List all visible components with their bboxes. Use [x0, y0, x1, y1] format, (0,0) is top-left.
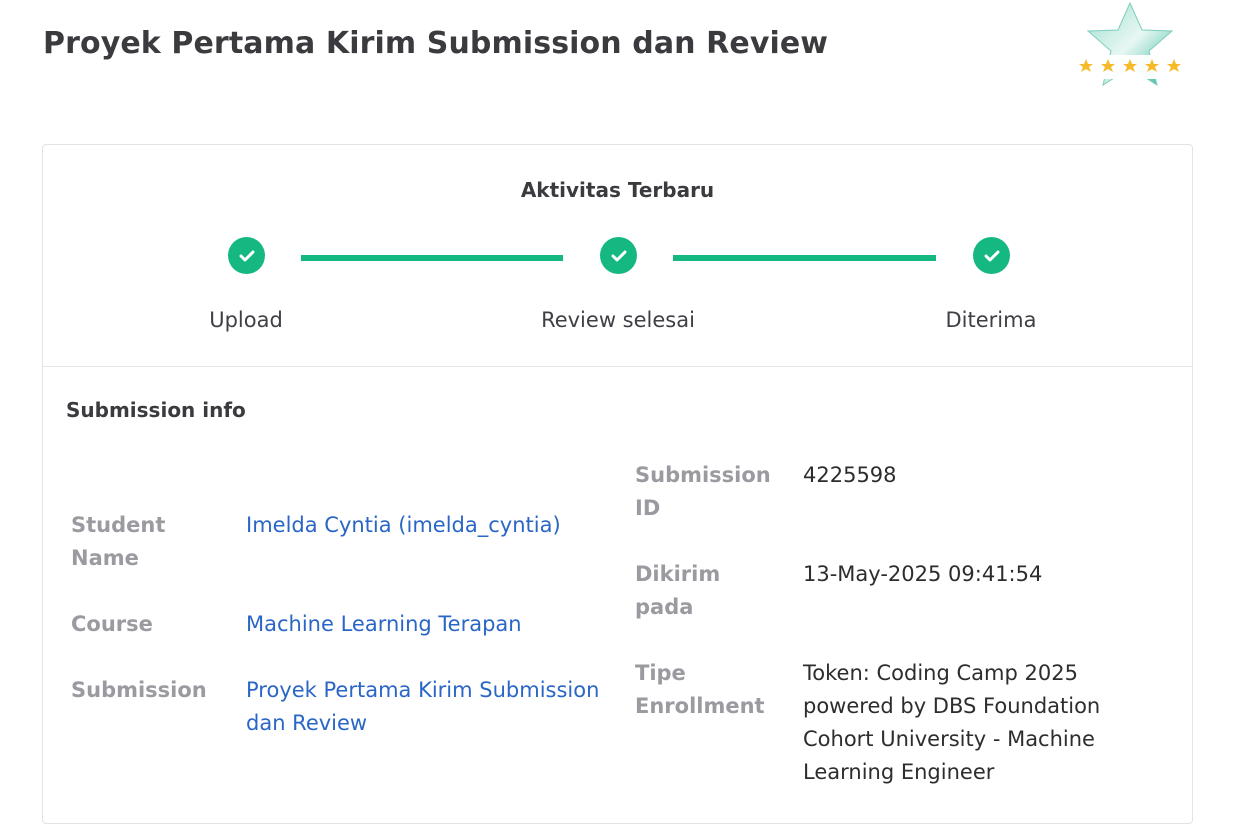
student-name-link[interactable]: Imelda Cyntia (imelda_cyntia)	[246, 509, 606, 542]
course-link[interactable]: Machine Learning Terapan	[246, 608, 606, 641]
step-upload-check-icon	[228, 237, 265, 274]
step-label-upload: Upload	[209, 308, 283, 332]
submission-info-title: Submission info	[66, 398, 246, 422]
enrollment-type-label: Tipe Enrollment	[635, 661, 765, 718]
step-connector	[673, 255, 936, 261]
activity-title: Aktivitas Terbaru	[520, 178, 715, 202]
activity-tracker: Aktivitas Terbaru Upload Review selesai …	[43, 145, 1192, 367]
step-accepted-check-icon	[973, 237, 1010, 274]
submitted-at-value: 13-May-2025 09:41:54	[803, 562, 1043, 586]
step-review-check-icon	[600, 237, 637, 274]
submission-id-label: Submission ID	[635, 463, 771, 520]
student-name-label: Student Name	[71, 513, 166, 570]
page-title: Proyek Pertama Kirim Submission dan Revi…	[43, 26, 829, 61]
submission-id-value: 4225598	[803, 463, 897, 487]
step-label-accepted: Diterima	[945, 308, 1037, 332]
submission-card: Aktivitas Terbaru Upload Review selesai …	[42, 144, 1193, 824]
submitted-at-label: Dikirim pada	[635, 562, 721, 619]
course-label: Course	[71, 612, 153, 636]
step-label-review: Review selesai	[541, 308, 695, 332]
step-connector	[301, 255, 563, 261]
submission-link[interactable]: Proyek Pertama Kirim Submission dan Revi…	[246, 674, 611, 740]
submission-label: Submission	[71, 678, 207, 702]
star-rating-badge-icon	[1070, 0, 1190, 95]
enrollment-type-value: Token: Coding Camp 2025 powered by DBS F…	[803, 661, 1101, 784]
